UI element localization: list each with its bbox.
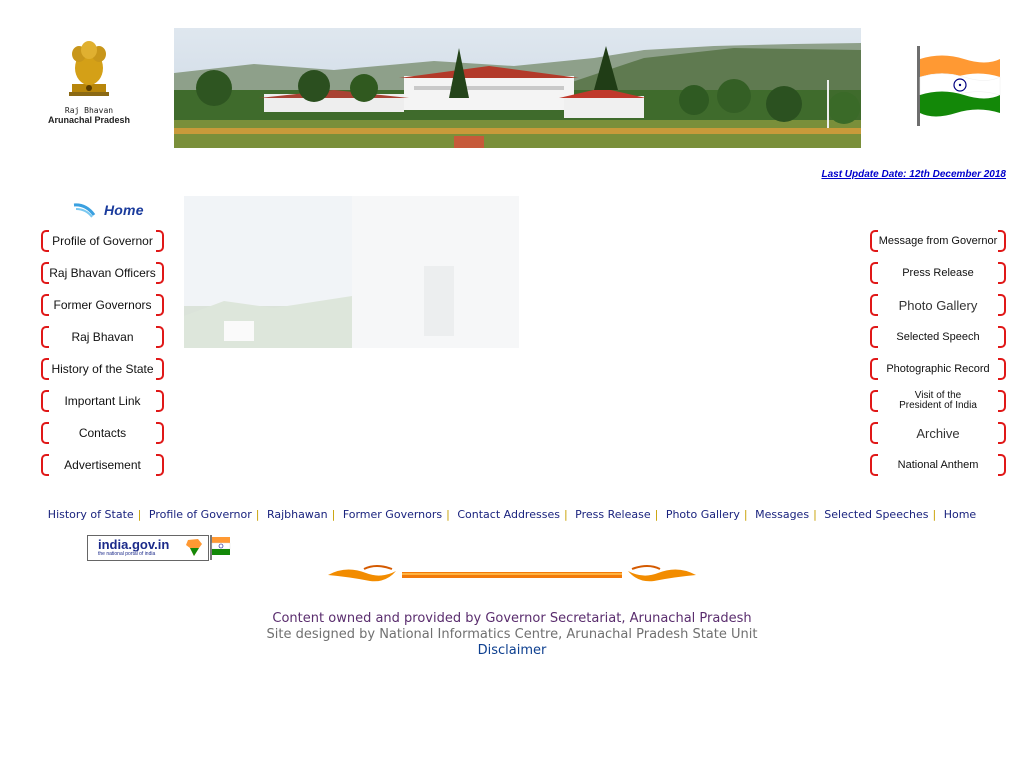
nav-label: Contacts	[78, 425, 127, 440]
nav-contacts[interactable]: Contacts	[41, 421, 164, 445]
footer-link-home[interactable]: Home	[944, 508, 976, 521]
separator: |	[331, 508, 336, 521]
nav-label: Selected Speech	[896, 330, 980, 343]
india-gov-portal-link[interactable]: india.gov.in the national portal of indi…	[87, 535, 209, 561]
nav-label: Visit of the President of India	[899, 390, 977, 411]
nav-history-of-the-state[interactable]: History of the State	[41, 357, 164, 381]
nav-archive[interactable]: Archive	[870, 421, 1006, 445]
footer-link-rajbhawan[interactable]: Rajbhawan	[267, 508, 328, 521]
emblem-caption-line1: Raj Bhavan	[64, 106, 114, 115]
ornamental-divider	[326, 563, 698, 587]
separator: |	[255, 508, 260, 521]
footer-link-photo-gallery[interactable]: Photo Gallery	[666, 508, 740, 521]
last-update-link[interactable]: Last Update Date: 12th December 2018	[821, 169, 1006, 180]
content-owner-text: Content owned and provided by Governor S…	[272, 611, 752, 626]
nav-label: Former Governors	[53, 297, 152, 312]
separator: |	[137, 508, 142, 521]
separator: |	[446, 508, 450, 521]
footer-link-contact-addresses[interactable]: Contact Addresses	[457, 508, 560, 521]
nav-important-link[interactable]: Important Link	[41, 389, 164, 413]
indian-flag-icon	[912, 44, 1004, 128]
nav-raj-bhavan[interactable]: Raj Bhavan	[41, 325, 164, 349]
raj-bhavan-banner-image	[174, 28, 861, 148]
nav-photo-gallery[interactable]: Photo Gallery	[870, 293, 1006, 317]
right-nav-menu: Message from Governor Press Release Phot…	[870, 229, 1006, 485]
ashoka-emblem-icon	[69, 41, 109, 96]
nav-national-anthem[interactable]: National Anthem	[870, 453, 1006, 477]
left-nav-menu: Profile of Governor Raj Bhavan Officers …	[41, 229, 164, 485]
footer-link-messages[interactable]: Messages	[755, 508, 809, 521]
footer-link-bar: History of State | Profile of Governor | R…	[0, 508, 1024, 521]
nav-photographic-record[interactable]: Photographic Record	[870, 357, 1006, 381]
nav-advertisement[interactable]: Advertisement	[41, 453, 164, 477]
nav-label: Important Link	[64, 393, 141, 408]
state-emblem-logo: Raj Bhavan Arunachal Pradesh	[44, 40, 134, 135]
india-gov-title: india.gov.in	[98, 537, 170, 552]
separator: |	[932, 508, 937, 521]
footer-link-history-of-state[interactable]: History of State	[48, 508, 134, 521]
nav-profile-of-governor[interactable]: Profile of Governor	[41, 229, 164, 253]
site-credits: Content owned and provided by Governor S…	[0, 611, 1024, 659]
slideshow-image	[184, 196, 519, 348]
nav-label: History of the State	[51, 361, 154, 376]
disclaimer-link[interactable]: Disclaimer	[0, 643, 1024, 659]
nav-message-from-governor[interactable]: Message from Governor	[870, 229, 1006, 253]
nav-label: Photo Gallery	[898, 297, 978, 313]
india-gov-tagline: the national portal of india	[98, 551, 156, 557]
india-map-icon	[186, 539, 202, 556]
nav-selected-speech[interactable]: Selected Speech	[870, 325, 1006, 349]
nav-label: Photographic Record	[886, 362, 990, 375]
separator: |	[813, 508, 817, 521]
footer-link-selected-speeches[interactable]: Selected Speeches	[824, 508, 928, 521]
nav-label: Profile of Governor	[52, 233, 153, 248]
nav-label: National Anthem	[897, 458, 979, 471]
nav-label: Archive	[916, 425, 960, 441]
small-flag-icon	[209, 535, 231, 560]
nav-label: Raj Bhavan Officers	[49, 265, 156, 280]
nav-former-governors[interactable]: Former Governors	[41, 293, 164, 317]
home-link[interactable]: Home	[72, 200, 144, 220]
swoosh-icon	[73, 203, 96, 218]
nav-raj-bhavan-officers[interactable]: Raj Bhavan Officers	[41, 261, 164, 285]
separator: |	[743, 508, 748, 521]
nav-label: Message from Governor	[878, 234, 998, 247]
site-designer-text: Site designed by National Informatics Ce…	[266, 627, 758, 642]
footer-link-press-release[interactable]: Press Release	[575, 508, 650, 521]
home-label: Home	[104, 202, 144, 218]
nav-press-release[interactable]: Press Release	[870, 261, 1006, 285]
footer-link-profile-of-governor[interactable]: Profile of Governor	[149, 508, 252, 521]
nav-visit-of-president[interactable]: Visit of the President of India	[870, 389, 1006, 413]
separator: |	[654, 508, 659, 521]
separator: |	[563, 508, 568, 521]
emblem-caption-line2: Arunachal Pradesh	[47, 115, 131, 125]
nav-label: Advertisement	[64, 457, 141, 472]
nav-label: Raj Bhavan	[71, 329, 134, 344]
footer-link-former-governors[interactable]: Former Governors	[343, 508, 442, 521]
nav-label: Press Release	[902, 266, 974, 279]
